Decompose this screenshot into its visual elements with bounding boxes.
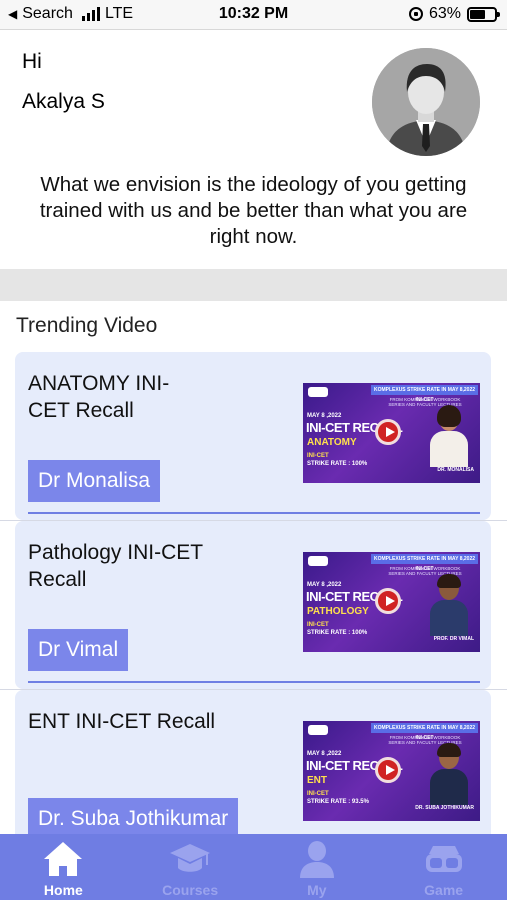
user-avatar-icon xyxy=(372,48,480,156)
video-title: Pathology INI-CET Recall xyxy=(28,541,203,591)
brand-logo xyxy=(308,556,328,566)
video-thumbnail[interactable]: KOMPLEXUS STRIKE RATE IN MAY 8,2022 INI-… xyxy=(303,383,480,483)
avatar[interactable] xyxy=(372,48,480,156)
tagline: What we envision is the ideology of you … xyxy=(39,173,468,248)
vr-headset-icon xyxy=(425,846,462,872)
tab-home[interactable]: Home xyxy=(0,834,127,900)
tab-game[interactable]: Game xyxy=(380,834,507,900)
card-underline xyxy=(28,512,480,514)
thumb-faculty: DR. SUBA JOTHIKUMAR xyxy=(415,805,474,811)
thumb-strike-rate: STRIKE RATE : 100% xyxy=(307,630,368,636)
thumb-subject: ANATOMY xyxy=(307,437,357,448)
video-thumbnail[interactable]: KOMPLEXUS STRIKE RATE IN MAY 8,2022 INI-… xyxy=(303,721,480,821)
tab-my[interactable]: My xyxy=(254,834,381,900)
trending-video-title: Trending Video xyxy=(16,314,158,337)
tab-courses[interactable]: Courses xyxy=(127,834,254,900)
tab-label: My xyxy=(307,882,327,898)
thumb-faculty: DR. MONALISA xyxy=(437,467,474,473)
user-icon xyxy=(299,841,334,878)
thumb-banner: KOMPLEXUS STRIKE RATE IN MAY 8,2022 INI-… xyxy=(371,385,478,403)
greeting-hi: Hi xyxy=(22,50,42,73)
video-thumbnail[interactable]: KOMPLEXUS STRIKE RATE IN MAY 8,2022 INI-… xyxy=(303,552,480,652)
video-title: ANATOMY INI-CET Recall xyxy=(28,372,170,422)
card-underline xyxy=(28,681,480,683)
thumb-ini: INI-CET xyxy=(307,622,329,628)
video-card[interactable]: ANATOMY INI-CET Recall Dr Monalisa KOMPL… xyxy=(0,352,507,521)
tab-label: Courses xyxy=(162,882,219,898)
thumb-ini: INI-CET xyxy=(307,791,329,797)
thumb-ini: INI-CET xyxy=(307,453,329,459)
faculty-photo xyxy=(426,405,472,467)
video-card[interactable]: ENT INI-CET Recall Dr. Suba Jothikumar K… xyxy=(0,690,507,834)
user-name: Akalya S xyxy=(22,90,105,113)
thumb-date: MAY 8 ,2022 xyxy=(307,582,342,588)
thumb-strike-rate: STRIKE RATE : 93.5% xyxy=(307,799,369,805)
section-divider xyxy=(0,269,507,301)
home-icon xyxy=(44,842,83,876)
author-badge[interactable]: Dr. Suba Jothikumar xyxy=(28,798,239,834)
play-icon[interactable] xyxy=(375,757,401,783)
faculty-photo xyxy=(426,743,472,805)
brand-logo xyxy=(308,725,328,735)
rotation-lock-icon xyxy=(408,7,423,21)
battery-percent: 63% xyxy=(428,5,461,22)
thumb-date: MAY 8 ,2022 xyxy=(307,413,342,419)
video-title: ENT INI-CET Recall xyxy=(28,710,216,733)
thumb-subject: ENT xyxy=(307,775,327,786)
thumb-subject: PATHOLOGY xyxy=(307,606,369,617)
play-icon[interactable] xyxy=(375,588,401,614)
tab-label: Home xyxy=(43,882,83,898)
author-badge[interactable]: Dr Monalisa xyxy=(28,460,161,502)
play-icon[interactable] xyxy=(375,419,401,445)
tab-label: Game xyxy=(424,882,464,898)
brand-logo xyxy=(308,387,328,397)
battery-icon xyxy=(467,6,500,22)
thumb-faculty: PROF. DR VIMAL xyxy=(433,636,474,642)
video-card[interactable]: Pathology INI-CET Recall Dr Vimal KOMPLE… xyxy=(0,521,507,690)
thumb-banner: KOMPLEXUS STRIKE RATE IN MAY 8,2022 INI-… xyxy=(371,723,478,741)
status-bar: ◀ Search LTE 10:32 PM 63% xyxy=(0,0,507,30)
thumb-date: MAY 8 ,2022 xyxy=(307,751,342,757)
faculty-photo xyxy=(426,574,472,636)
thumb-banner: KOMPLEXUS STRIKE RATE IN MAY 8,2022 INI-… xyxy=(371,554,478,572)
trending-video-list[interactable]: ANATOMY INI-CET Recall Dr Monalisa KOMPL… xyxy=(0,352,507,834)
graduation-cap-icon xyxy=(170,844,211,872)
thumb-strike-rate: STRIKE RATE : 100% xyxy=(307,461,368,467)
bottom-tab-bar: Home Courses My Game xyxy=(0,834,507,900)
author-badge[interactable]: Dr Vimal xyxy=(28,629,129,671)
